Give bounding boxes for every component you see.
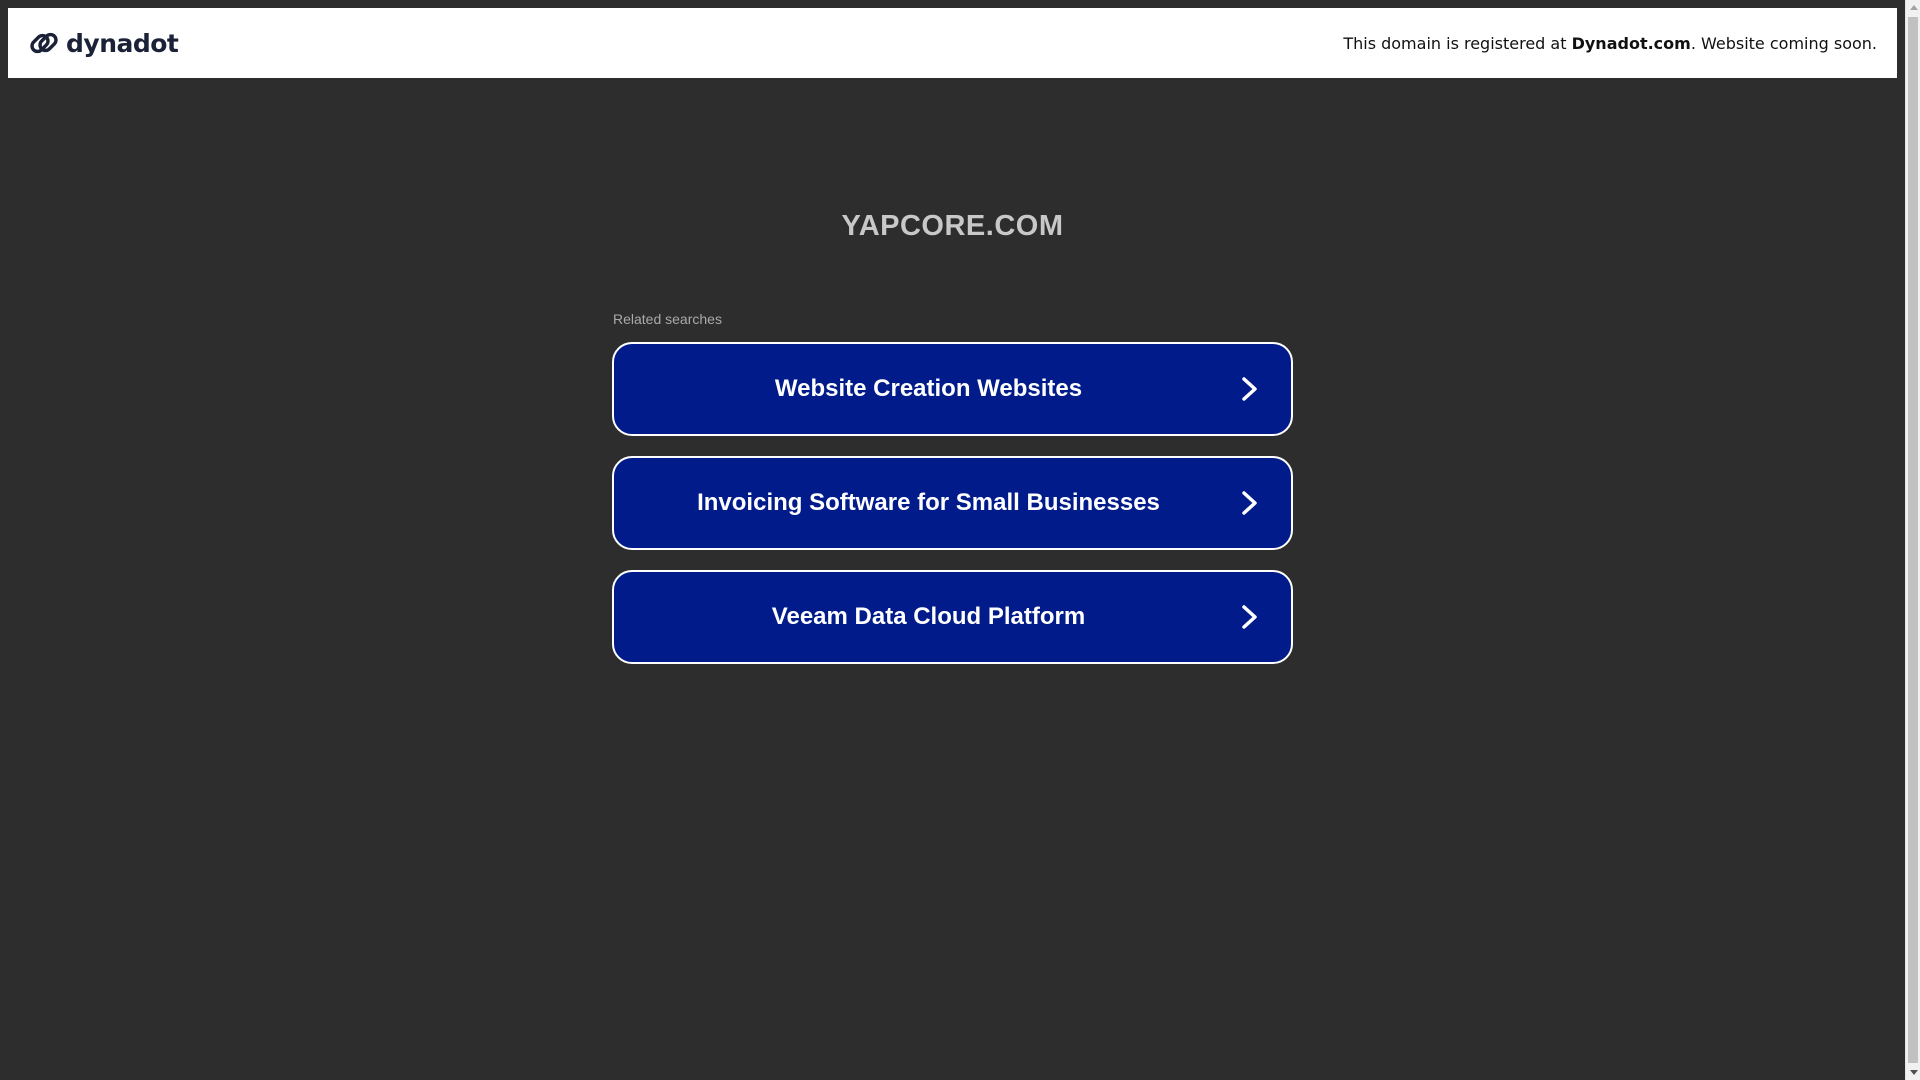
search-link-veeam-data-cloud[interactable]: Veeam Data Cloud Platform (612, 570, 1293, 664)
search-link-invoicing-software[interactable]: Invoicing Software for Small Businesses (612, 456, 1293, 550)
related-searches-label: Related searches (613, 311, 722, 327)
search-link-label: Website Creation Websites (774, 375, 1083, 402)
search-link-website-creation[interactable]: Website Creation Websites (612, 342, 1293, 436)
dynadot-link-icon (30, 32, 58, 54)
registrar-link[interactable]: Dynadot.com (1572, 34, 1691, 53)
page: dynadot This domain is registered at Dyn… (0, 0, 1920, 1080)
search-link-label: Veeam Data Cloud Platform (771, 603, 1086, 630)
scroll-down-arrow-icon[interactable] (1906, 1065, 1920, 1080)
scrollbar-thumb[interactable] (1908, 17, 1918, 1063)
logo-text: dynadot (66, 28, 179, 58)
message-prefix: This domain is registered at (1343, 33, 1572, 53)
related-searches-list: Website Creation Websites Invoicing Soft… (612, 342, 1293, 684)
vertical-scrollbar[interactable] (1905, 0, 1920, 1080)
chevron-right-icon (1242, 377, 1257, 401)
search-link-label: Invoicing Software for Small Businesses (697, 489, 1160, 516)
scroll-up-arrow-icon[interactable] (1906, 0, 1920, 15)
chevron-right-icon (1242, 605, 1257, 629)
domain-title: YAPCORE.COM (841, 210, 1064, 242)
message-suffix: . Website coming soon. (1690, 33, 1877, 53)
dynadot-logo[interactable]: dynadot (28, 27, 179, 59)
top-banner: dynadot This domain is registered at Dyn… (8, 8, 1897, 78)
chevron-right-icon (1242, 491, 1257, 515)
registration-message: This domain is registered at Dynadot.com… (1343, 34, 1877, 53)
